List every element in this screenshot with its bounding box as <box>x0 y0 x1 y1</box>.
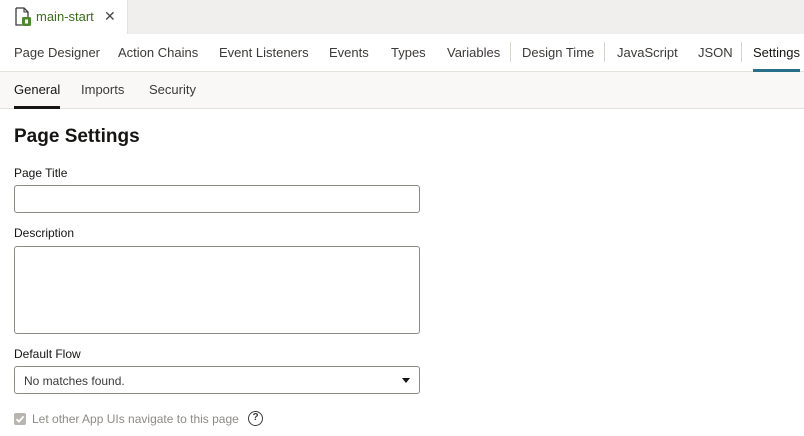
tab-imports[interactable]: Imports <box>81 72 124 109</box>
close-tab-icon[interactable]: ✕ <box>104 8 116 25</box>
navigate-checkbox-label: Let other App UIs navigate to this page <box>32 412 239 426</box>
navigate-checkbox[interactable] <box>14 413 26 425</box>
tab-events[interactable]: Events <box>329 34 369 72</box>
tab-event-listeners[interactable]: Event Listeners <box>219 34 309 72</box>
help-icon[interactable]: ? <box>248 411 263 426</box>
tab-general[interactable]: General <box>14 72 61 109</box>
page-title-input[interactable] <box>14 185 420 213</box>
chevron-down-icon <box>402 378 410 383</box>
file-tab-label: main-start <box>36 9 94 24</box>
tab-types[interactable]: Types <box>391 34 426 72</box>
file-tab-bar: main-start ✕ <box>0 0 804 34</box>
file-tab-main-start[interactable]: main-start ✕ <box>0 0 128 34</box>
settings-sub-tabs: General Imports Security <box>0 72 804 109</box>
tab-variables[interactable]: Variables <box>447 34 500 72</box>
description-label: Description <box>14 226 75 240</box>
page-title-label: Page Title <box>14 166 68 180</box>
page-file-icon <box>14 7 32 27</box>
tab-separator <box>510 42 511 62</box>
tab-separator <box>604 42 605 62</box>
tab-json[interactable]: JSON <box>698 34 733 72</box>
default-flow-value: No matches found. <box>24 374 125 388</box>
description-textarea[interactable] <box>14 246 420 334</box>
tab-page-designer[interactable]: Page Designer <box>14 34 100 72</box>
tab-design-time[interactable]: Design Time <box>522 34 594 72</box>
default-flow-select[interactable]: No matches found. <box>14 366 420 394</box>
tab-javascript[interactable]: JavaScript <box>617 34 678 72</box>
page-title: Page Settings <box>14 126 140 147</box>
tab-action-chains[interactable]: Action Chains <box>118 34 198 72</box>
tab-settings[interactable]: Settings <box>753 34 800 72</box>
tab-separator <box>741 42 742 62</box>
check-icon <box>15 415 25 423</box>
default-flow-label: Default Flow <box>14 347 81 361</box>
editor-tabs: Page Designer Action Chains Event Listen… <box>0 34 804 72</box>
tab-security[interactable]: Security <box>149 72 196 109</box>
